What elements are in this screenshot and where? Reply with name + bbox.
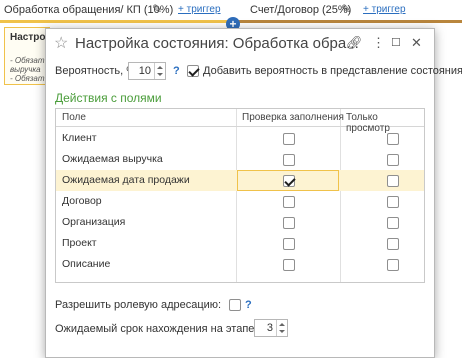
probability-help-icon[interactable]: ? (173, 65, 180, 77)
check-fill-checkbox[interactable] (283, 175, 295, 187)
field-name: Ожидаемая дата продажи (62, 174, 190, 186)
check-fill-checkbox[interactable] (283, 133, 295, 145)
add-trigger-link-2[interactable]: + триггер (363, 4, 406, 15)
star-icon[interactable]: ☆ (54, 33, 68, 53)
column-title-processing: Обработка обращения/ КП (10%) (4, 4, 174, 16)
chevron-down-icon[interactable] (157, 73, 163, 76)
table-row[interactable]: Ожидаемая дата продажи (56, 170, 424, 191)
readonly-checkbox[interactable] (387, 259, 399, 271)
table-row[interactable]: Договор (56, 191, 424, 212)
add-probability-checkbox[interactable] (187, 65, 199, 77)
check-fill-checkbox[interactable] (283, 196, 295, 208)
probability-label: Вероятность, %: (55, 65, 140, 77)
column-title-invoice: Счет/Договор (25%) (250, 4, 352, 16)
field-name: Организация (62, 216, 126, 228)
card-line: - Обязат (10, 56, 45, 65)
stage-duration-value: 3 (266, 322, 273, 334)
check-fill-checkbox[interactable] (283, 238, 295, 250)
add-trigger-link-1[interactable]: + триггер (178, 4, 221, 15)
stage-band-invoice (238, 20, 462, 23)
field-name: Описание (62, 258, 111, 270)
readonly-checkbox[interactable] (387, 133, 399, 145)
dialog-titlebar: ☆ Настройка состояния: Обработка обра...… (46, 29, 434, 59)
more-vertical-icon[interactable]: ⋮ (372, 35, 385, 51)
table-row[interactable]: Клиент (56, 128, 424, 149)
check-fill-checkbox[interactable] (283, 154, 295, 166)
pencil-icon[interactable]: ✎ (152, 2, 162, 16)
probability-value: 10 (138, 65, 151, 77)
chevron-up-icon[interactable] (157, 66, 163, 69)
dialog-title: Настройка состояния: Обработка обра... (75, 35, 359, 52)
card-line: - Обязат (10, 74, 45, 83)
card-line: выручка (10, 65, 41, 74)
table-row[interactable]: Организация (56, 212, 424, 233)
stage-band-processing (0, 20, 230, 23)
readonly-checkbox[interactable] (387, 217, 399, 229)
pencil-icon[interactable]: ✎ (341, 2, 351, 16)
field-name: Ожидаемая выручка (62, 153, 163, 165)
role-addressing-label: Разрешить ролевую адресацию: (55, 299, 222, 311)
add-probability-label: Добавить вероятность в представление сос… (203, 65, 462, 77)
field-name: Договор (62, 195, 102, 207)
readonly-checkbox[interactable] (387, 175, 399, 187)
table-row[interactable]: Описание (56, 254, 424, 275)
state-settings-dialog: ☆ Настройка состояния: Обработка обра...… (45, 28, 462, 358)
stage-duration-stepper[interactable] (276, 320, 287, 336)
stage-duration-label: Ожидаемый срок нахождения на этапе: (55, 323, 258, 335)
close-icon[interactable]: ✕ (411, 35, 422, 51)
column-header-check[interactable]: Проверка заполнения (242, 112, 344, 123)
check-fill-checkbox[interactable] (283, 259, 295, 271)
role-addressing-checkbox[interactable] (229, 299, 241, 311)
table-row[interactable]: Ожидаемая выручка (56, 149, 424, 170)
section-title: Действия с полями (55, 91, 162, 105)
field-actions-table: Поле Проверка заполнения Только просмотр… (55, 108, 425, 283)
maximize-icon[interactable]: ☐ (391, 36, 401, 49)
table-header: Поле Проверка заполнения Только просмотр (56, 109, 424, 134)
stage-duration-input[interactable]: 3 (254, 319, 288, 337)
field-name: Проект (62, 237, 97, 249)
probability-stepper[interactable] (154, 63, 165, 79)
role-addressing-help-icon[interactable]: ? (245, 299, 252, 311)
card-title: Настро (10, 32, 46, 43)
chevron-up-icon[interactable] (279, 323, 285, 326)
probability-input[interactable]: 10 (128, 62, 166, 80)
table-row[interactable]: Проект (56, 233, 424, 254)
check-fill-checkbox[interactable] (283, 217, 295, 229)
readonly-checkbox[interactable] (387, 238, 399, 250)
field-name: Клиент (62, 132, 97, 144)
stage-card[interactable]: Настро - Обязат выручка - Обязат (4, 27, 50, 85)
readonly-checkbox[interactable] (387, 154, 399, 166)
chevron-down-icon[interactable] (279, 330, 285, 333)
column-header-field[interactable]: Поле (62, 112, 86, 123)
readonly-checkbox[interactable] (387, 196, 399, 208)
link-icon[interactable]: 🔗︎ (346, 35, 363, 51)
